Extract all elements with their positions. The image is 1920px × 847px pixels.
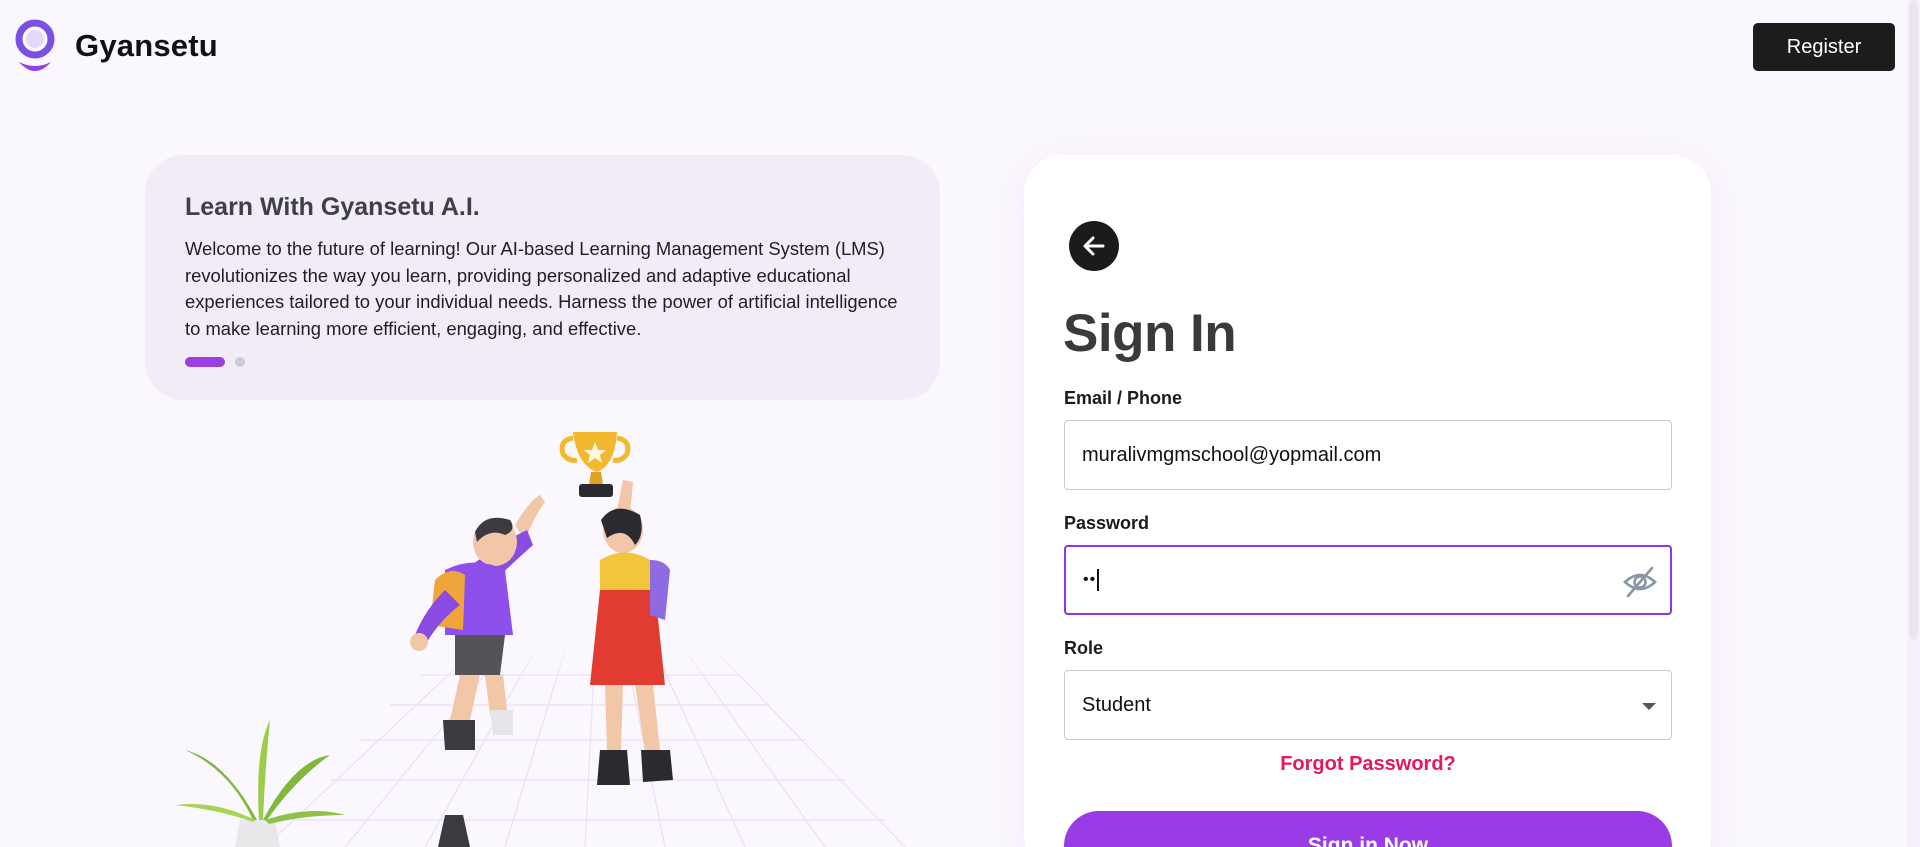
back-button[interactable] (1069, 221, 1119, 271)
top-header: Gyansetu Register (0, 0, 1920, 95)
info-carousel-card: Learn With Gyansetu A.I. Welcome to the … (145, 155, 940, 400)
carousel-dot-active[interactable] (185, 357, 225, 367)
brand-name[interactable]: Gyansetu (75, 28, 218, 64)
password-label: Password (1064, 513, 1150, 533)
sign-in-button[interactable]: Sign in Now (1064, 811, 1672, 847)
scrollbar-thumb[interactable] (1909, 0, 1918, 640)
eye-off-icon[interactable] (1622, 564, 1658, 600)
role-label: Role (1064, 638, 1104, 658)
carousel-dot[interactable] (235, 357, 245, 367)
gyansetu-logo[interactable] (14, 18, 56, 76)
password-field[interactable]: •• (1064, 545, 1672, 615)
students-trophy-illustration (145, 432, 925, 847)
info-title: Learn With Gyansetu A.I. (185, 193, 480, 221)
email-label: Email / Phone (1064, 388, 1183, 408)
plant-icon (175, 720, 345, 847)
page-scrollbar[interactable] (1907, 0, 1920, 847)
caret-down-icon[interactable] (1642, 703, 1656, 710)
girl-figure (590, 480, 673, 785)
signin-card: Sign In Email / Phone muralivmgmschool@y… (1024, 155, 1711, 847)
arrow-left-icon (1083, 236, 1105, 256)
forgot-password-link[interactable]: Forgot Password? (1064, 753, 1672, 776)
email-value: muralivmgmschool@yopmail.com (1082, 443, 1382, 466)
info-body: Welcome to the future of learning! Our A… (185, 238, 898, 339)
text-caret (1097, 569, 1100, 591)
password-value: •• (1083, 571, 1097, 588)
role-select[interactable]: Student (1064, 670, 1672, 740)
role-value: Student (1082, 693, 1151, 716)
page-title: Sign In (1063, 304, 1237, 363)
email-field[interactable]: muralivmgmschool@yopmail.com (1064, 420, 1672, 490)
register-button[interactable]: Register (1753, 23, 1895, 71)
trophy-icon (559, 432, 631, 497)
